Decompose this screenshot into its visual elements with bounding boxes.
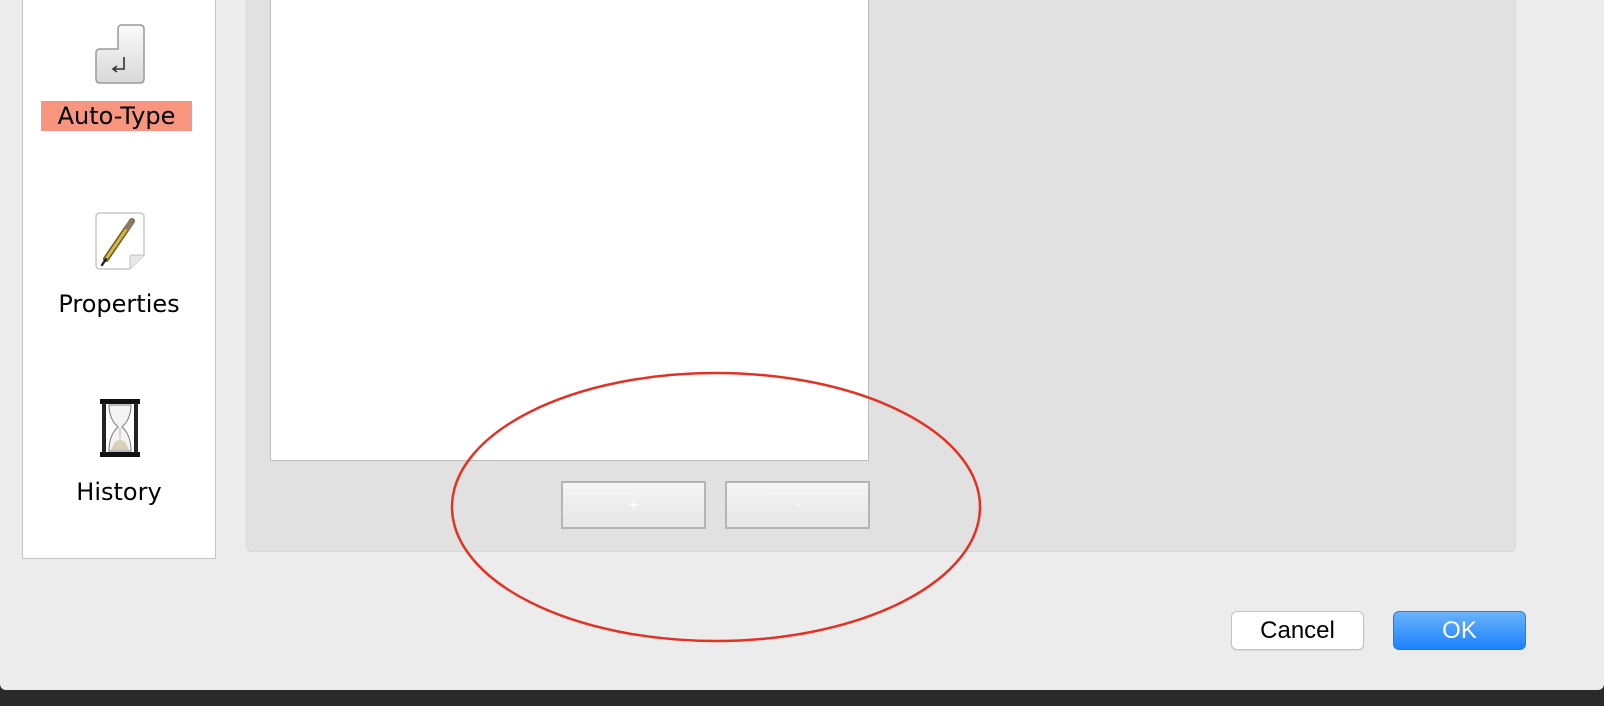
sidebar-item-label: Auto-Type — [41, 101, 192, 131]
keyboard-return-key-icon — [94, 23, 146, 85]
cancel-button[interactable]: Cancel — [1231, 611, 1364, 650]
window-shadow-strip — [0, 690, 1604, 706]
remove-association-button[interactable]: - — [725, 481, 870, 529]
sidebar-item-history[interactable]: History — [23, 375, 215, 525]
sidebar-item-label: Properties — [58, 290, 180, 318]
window-association-list[interactable] — [270, 0, 869, 461]
sidebar-item-properties[interactable]: Properties — [23, 187, 215, 337]
add-association-button[interactable]: + — [561, 481, 706, 529]
hourglass-icon — [94, 397, 146, 459]
document-pencil-icon — [94, 211, 146, 273]
category-sidebar: Auto-Type Properties History — [22, 0, 216, 559]
ok-button[interactable]: OK — [1393, 611, 1526, 650]
sidebar-item-label: History — [76, 478, 162, 506]
sidebar-item-auto-type[interactable]: Auto-Type — [23, 0, 215, 149]
entry-edit-dialog: Auto-Type Properties History + - Cancel … — [0, 0, 1604, 690]
